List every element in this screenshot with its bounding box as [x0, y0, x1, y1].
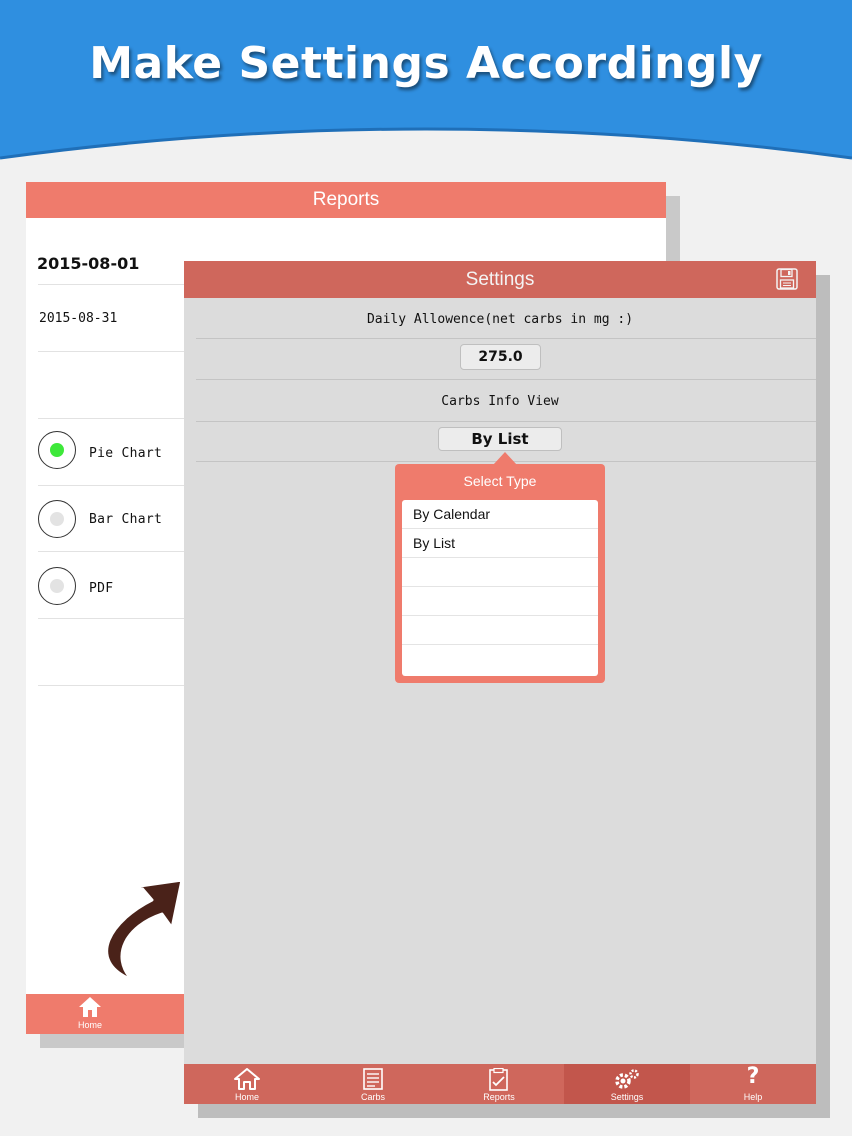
radio-label-pie-chart: Pie Chart [89, 446, 163, 461]
reports-header-title: Reports [26, 182, 666, 218]
divider [38, 284, 198, 285]
divider [196, 379, 816, 380]
tab-help-label: Help [743, 1092, 763, 1102]
carbs-info-view-label: Carbs Info View [441, 394, 559, 409]
radio-bar-chart[interactable] [38, 500, 76, 538]
tab-help[interactable]: ? Help [690, 1064, 816, 1104]
reports-tab-home-label: Home [77, 1020, 102, 1030]
main-tabbar: Home Carbs Reports Settings ? Help [184, 1064, 816, 1104]
reports-tab-home[interactable]: Home [66, 996, 114, 1030]
select-type-list: By Calendar By List [402, 500, 598, 676]
report-check-icon [489, 1068, 508, 1091]
gears-icon [615, 1069, 639, 1089]
home-icon [79, 997, 101, 1017]
daily-allowance-input[interactable]: 275.0 [460, 344, 541, 370]
tab-reports-label: Reports [483, 1092, 515, 1102]
home-icon [234, 1068, 260, 1090]
report-end-date[interactable]: 2015-08-31 [39, 311, 117, 326]
tab-reports[interactable]: Reports [436, 1064, 562, 1104]
divider [38, 551, 198, 552]
empty-option-row [402, 645, 598, 674]
divider [38, 418, 198, 419]
curved-arrow-icon [105, 878, 184, 982]
divider [38, 485, 198, 486]
empty-option-row [402, 558, 598, 587]
divider [38, 618, 198, 619]
tab-carbs-label: Carbs [360, 1092, 385, 1102]
settings-header: Settings [184, 261, 816, 298]
option-by-calendar[interactable]: By Calendar [402, 500, 598, 529]
popover-title: Select Type [463, 473, 537, 489]
banner-title: Make Settings Accordingly [89, 38, 763, 89]
divider [38, 685, 198, 686]
radio-label-pdf: PDF [89, 581, 114, 596]
daily-allowance-label: Daily Allowence(net carbs in mg :) [366, 312, 634, 327]
divider [196, 338, 816, 339]
radio-pie-chart[interactable] [38, 431, 76, 469]
empty-option-row [402, 616, 598, 645]
radio-label-bar-chart: Bar Chart [89, 512, 163, 527]
divider [38, 351, 198, 352]
settings-title: Settings [465, 269, 535, 290]
tab-settings[interactable]: Settings [564, 1064, 690, 1104]
select-type-popover: Select Type By Calendar By List [395, 464, 605, 683]
report-start-date[interactable]: 2015-08-01 [37, 254, 139, 273]
tab-home[interactable]: Home [184, 1064, 310, 1104]
document-list-icon [363, 1068, 383, 1090]
save-icon[interactable] [775, 267, 799, 291]
tab-settings-label: Settings [610, 1092, 644, 1102]
option-by-list[interactable]: By List [402, 529, 598, 558]
carbs-info-view-select[interactable]: By List [438, 427, 562, 451]
tab-home-label: Home [234, 1092, 259, 1102]
radio-pdf[interactable] [38, 567, 76, 605]
question-icon: ? [746, 1064, 760, 1089]
divider [196, 421, 816, 422]
empty-option-row [402, 587, 598, 616]
promo-banner: Make Settings Accordingly [0, 0, 852, 170]
tab-carbs[interactable]: Carbs [310, 1064, 436, 1104]
